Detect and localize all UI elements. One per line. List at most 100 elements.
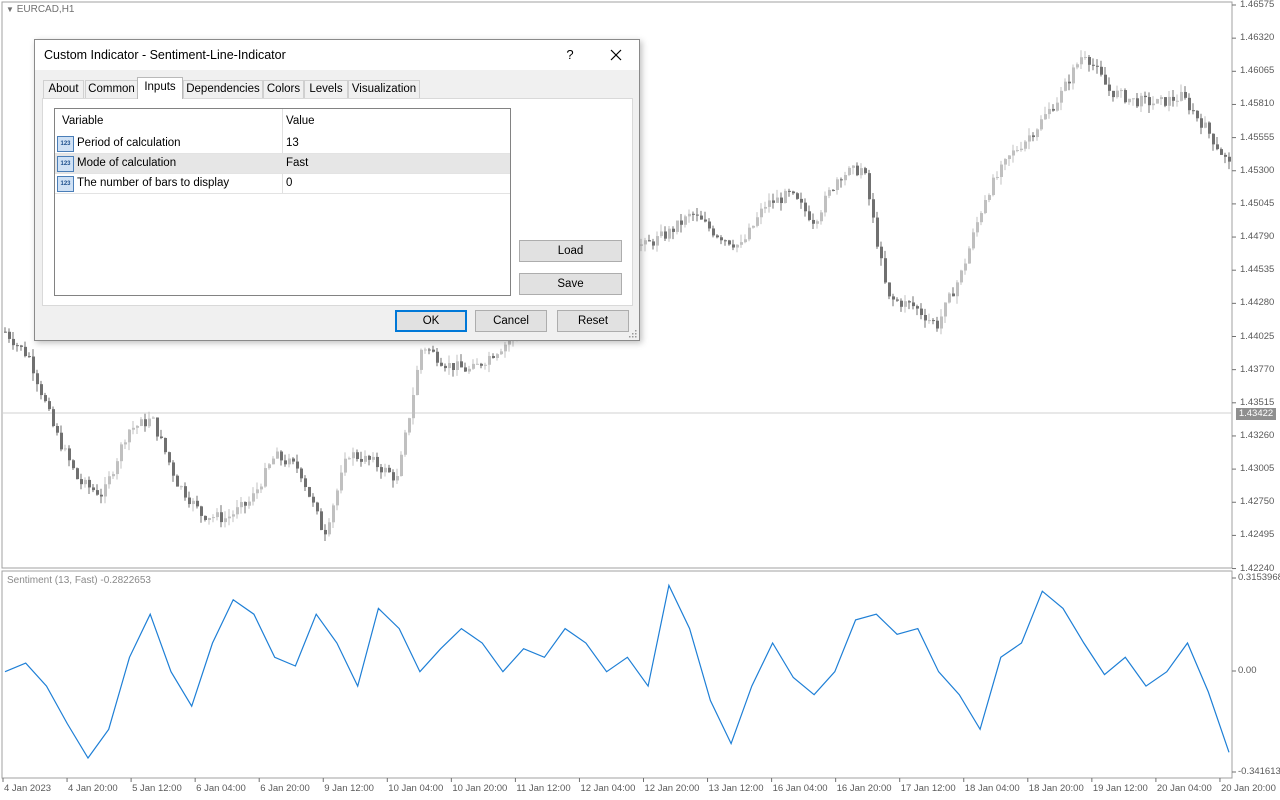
ok-button[interactable]: OK (395, 310, 467, 332)
table-row[interactable]: 123 Period of calculation 13 (55, 134, 510, 154)
candle-body (484, 364, 487, 366)
candle-body (724, 240, 727, 242)
candle-body (504, 344, 507, 352)
tab-common[interactable]: Common (85, 80, 138, 98)
candle-body (404, 432, 407, 455)
candle-body (40, 384, 43, 396)
candle-body (856, 165, 859, 176)
tab-inputs[interactable]: Inputs (137, 77, 183, 99)
column-header-variable[interactable]: Variable (62, 115, 103, 127)
candle-body (640, 244, 643, 246)
candle-body (820, 212, 823, 222)
candle-body (224, 518, 227, 523)
collapse-triangle-icon[interactable]: ▼ (6, 5, 14, 14)
price-tick-label: 1.46575 (1240, 0, 1275, 10)
candle-body (356, 452, 359, 459)
candle-body (1068, 81, 1071, 84)
candle-body (936, 320, 939, 329)
candle-body (136, 425, 139, 428)
price-tick-label: 1.43005 (1240, 463, 1275, 475)
variable-value[interactable]: 13 (286, 137, 299, 149)
candle-body (1012, 150, 1015, 156)
indicator-plot-frame (1, 570, 1233, 779)
candle-body (72, 460, 75, 469)
help-button[interactable]: ? (557, 43, 583, 67)
candle-body (800, 198, 803, 203)
candle-body (476, 363, 479, 365)
tab-visualization[interactable]: Visualization (348, 80, 420, 98)
price-tick-label: 1.44025 (1240, 330, 1275, 342)
load-button[interactable]: Load (519, 240, 622, 262)
candle-body (408, 418, 411, 433)
reset-button[interactable]: Reset (557, 310, 629, 332)
candle-body (768, 200, 771, 207)
tab-dependencies[interactable]: Dependencies (183, 80, 263, 98)
integer-icon: 123 (57, 156, 74, 172)
close-button[interactable] (601, 43, 631, 67)
candle-body (960, 270, 963, 283)
candle-body (300, 468, 303, 479)
candle-body (652, 241, 655, 246)
candle-body (1036, 129, 1039, 138)
cancel-button[interactable]: Cancel (475, 310, 547, 332)
time-tick-label: 18 Jan 20:00 (1028, 783, 1084, 794)
save-button[interactable]: Save (519, 273, 622, 295)
candle-body (468, 368, 471, 372)
candle-body (1060, 90, 1063, 103)
candle-body (696, 214, 699, 216)
candle-body (236, 507, 239, 515)
candle-body (1180, 91, 1183, 101)
table-row[interactable]: 123 Mode of calculation Fast (55, 154, 510, 174)
tab-colors[interactable]: Colors (263, 80, 304, 98)
candle-body (1196, 110, 1199, 119)
candle-body (80, 479, 83, 485)
candle-body (372, 456, 375, 460)
candle-body (676, 220, 679, 232)
candle-body (784, 190, 787, 204)
candle-body (4, 331, 7, 333)
tab-about[interactable]: About (43, 80, 84, 98)
candle-body (1128, 98, 1131, 103)
candle-body (1040, 119, 1043, 130)
price-tick-label: 1.42750 (1240, 496, 1275, 508)
table-row[interactable]: 123 The number of bars to display 0 (55, 174, 510, 194)
candle-body (120, 444, 123, 462)
variable-value[interactable]: 0 (286, 177, 292, 189)
candle-body (672, 228, 675, 232)
resize-grip-icon[interactable] (629, 330, 637, 338)
dialog-titlebar[interactable]: Custom Indicator - Sentiment-Line-Indica… (35, 40, 639, 70)
column-header-value[interactable]: Value (286, 115, 315, 127)
candle-body (1000, 164, 1003, 177)
candle-body (1192, 110, 1195, 112)
candle-body (1076, 64, 1079, 68)
candle-body (200, 506, 203, 516)
candle-body (272, 458, 275, 465)
time-tick-label: 13 Jan 12:00 (708, 783, 764, 794)
candle-body (1176, 100, 1179, 102)
candle-body (48, 401, 51, 410)
candle-body (152, 417, 155, 419)
candle-body (1016, 150, 1019, 152)
candle-body (972, 232, 975, 249)
tab-levels[interactable]: Levels (304, 80, 348, 98)
candle-body (296, 461, 299, 469)
variable-value[interactable]: Fast (286, 157, 308, 169)
candle-body (948, 293, 951, 303)
candle-body (1120, 90, 1123, 92)
candle-body (44, 395, 47, 402)
integer-icon: 123 (57, 136, 74, 152)
candle-body (320, 511, 323, 530)
candle-body (1172, 96, 1175, 101)
candle-body (1228, 156, 1231, 162)
candle-body (1008, 155, 1011, 160)
candle-body (60, 432, 63, 450)
candle-body (140, 419, 143, 426)
candle-body (148, 418, 151, 427)
candle-body (1188, 97, 1191, 111)
variable-name: Mode of calculation (77, 157, 177, 169)
candle-body (432, 349, 435, 352)
candle-body (204, 515, 207, 520)
candle-body (36, 373, 39, 385)
candle-body (780, 197, 783, 204)
candle-body (56, 426, 59, 433)
